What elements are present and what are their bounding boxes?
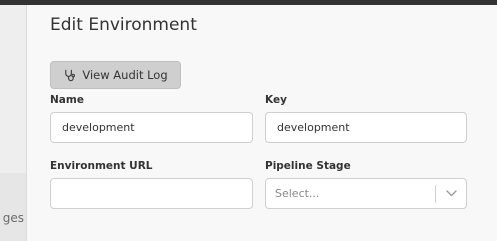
sidebar-item-label: ges <box>2 211 24 225</box>
name-label: Name <box>50 94 84 106</box>
pipeline-stage-select[interactable]: Select... <box>265 178 467 209</box>
key-field[interactable]: development <box>265 112 467 143</box>
stethoscope-icon <box>63 69 76 82</box>
view-audit-log-button[interactable]: View Audit Log <box>50 61 181 89</box>
page-title: Edit Environment <box>50 15 197 35</box>
pipeline-stage-placeholder: Select... <box>275 187 320 200</box>
main-panel: Edit Environment View Audit Log Name dev… <box>27 5 497 241</box>
key-label: Key <box>265 94 287 106</box>
pipeline-stage-label: Pipeline Stage <box>265 160 351 172</box>
environment-url-field[interactable] <box>50 178 253 209</box>
chevron-down-icon[interactable] <box>436 190 466 197</box>
sidebar-item-pages[interactable] <box>0 173 26 241</box>
app-root: ges Edit Environment View Audit Log Name… <box>0 0 497 241</box>
name-field[interactable]: development <box>50 112 253 143</box>
environment-url-label: Environment URL <box>50 160 153 172</box>
sidebar: ges <box>0 5 27 241</box>
view-audit-log-label: View Audit Log <box>82 68 168 82</box>
